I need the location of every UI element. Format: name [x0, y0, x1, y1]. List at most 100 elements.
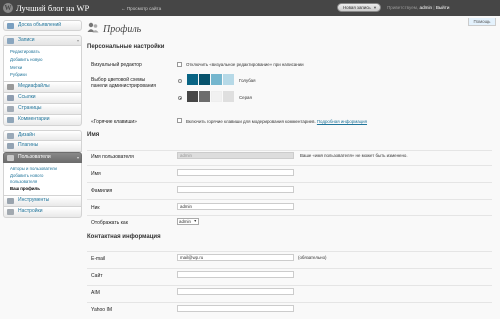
row-divider — [87, 215, 492, 216]
visual-editor-checkbox[interactable] — [177, 62, 182, 67]
new-post-label: Новая запись — [343, 5, 371, 10]
swatch — [211, 74, 222, 85]
admin-sidebar: Доска объявлений Записи ▾ Редактировать … — [3, 20, 82, 218]
menu-label: Дизайн — [18, 132, 35, 139]
users-submenu: Авторы и пользователи Добавить нового по… — [3, 163, 82, 196]
submenu-item-current[interactable]: Ваш профиль — [10, 185, 81, 193]
row-divider — [87, 285, 492, 286]
help-tab[interactable]: Помощь — [468, 18, 496, 26]
menu-links[interactable]: Ссылки — [3, 93, 82, 105]
section-title: Контактная информация — [87, 234, 161, 240]
menu-posts[interactable]: Записи ▾ — [3, 35, 82, 46]
last-name-label: Фамилия — [91, 188, 113, 194]
menu-pages[interactable]: Страницы — [3, 104, 82, 116]
visit-site-link[interactable]: ← Просмотр сайта — [121, 6, 161, 11]
menu-label: Инструменты — [18, 196, 50, 203]
hotkeys-more-link[interactable]: Подробная информация — [317, 119, 367, 124]
menu-settings[interactable]: Настройки — [3, 206, 82, 218]
scheme-blue-radio[interactable] — [178, 79, 182, 83]
row-divider — [87, 165, 492, 166]
swatch — [187, 74, 198, 85]
new-post-button[interactable]: Новая запись ▼ — [337, 3, 381, 12]
tools-icon — [7, 197, 14, 204]
chevron-down-icon[interactable]: ▼ — [373, 4, 377, 11]
hotkeys-hint: Включить горячие клавиши для модерирован… — [186, 119, 367, 124]
greeting-text: Приветствуем, — [387, 5, 419, 10]
username-link[interactable]: admin — [420, 5, 433, 10]
section-title: Персональные настройки — [87, 44, 165, 50]
chevron-down-icon[interactable]: ▾ — [77, 153, 79, 162]
scheme-blue-label: Голубая — [239, 78, 256, 83]
separator: | — [433, 5, 435, 10]
aim-field[interactable] — [177, 288, 294, 295]
visual-editor-label: Визуальный редактор — [91, 62, 142, 68]
row-divider — [87, 199, 492, 200]
user-greeting: Приветствуем, admin | Выйти — [387, 5, 449, 10]
plugins-icon — [7, 143, 14, 150]
menu-users[interactable]: Пользователи ▾ — [3, 152, 82, 164]
swatch — [223, 91, 234, 102]
posts-submenu: Редактировать Добавить новую Метки Рубри… — [3, 46, 82, 83]
dashboard-icon — [7, 23, 14, 29]
hotkeys-hint-text: Включить горячие клавиши для модерирован… — [186, 119, 316, 124]
site-field[interactable] — [177, 271, 294, 278]
display-as-select[interactable]: admin ▼ — [177, 218, 199, 225]
scheme-gray-radio[interactable] — [178, 96, 182, 100]
menu-label: Ссылки — [18, 94, 36, 101]
menu-plugins[interactable]: Плагины — [3, 141, 82, 153]
row-divider — [87, 302, 492, 303]
menu-label: Медиафайлы — [18, 83, 50, 90]
username-field: admin — [177, 152, 294, 159]
aim-label: AIM — [91, 290, 100, 296]
menu-dashboard[interactable]: Доска объявлений — [3, 20, 82, 31]
color-scheme-label-2: панели администрирования — [91, 83, 157, 89]
nickname-label: Ник — [91, 205, 100, 211]
nickname-field[interactable]: admin — [177, 203, 294, 210]
submenu-item[interactable]: Рубрики — [10, 71, 81, 79]
row-divider — [87, 251, 492, 252]
yahoo-label: Yahoo IM — [91, 307, 113, 313]
submenu-item[interactable]: Добавить новую — [10, 56, 81, 64]
pages-icon — [7, 106, 14, 113]
email-required-hint: (обязательно) — [298, 255, 327, 260]
submenu-item[interactable]: Авторы и пользователи — [10, 165, 81, 173]
username-hint: Ваше «имя пользователя» не может быть из… — [300, 153, 408, 158]
menu-label: Комментарии — [18, 116, 50, 123]
first-name-label: Имя — [91, 171, 101, 177]
visual-editor-hint: Отключить «визуальное редактирование» пр… — [186, 62, 304, 67]
page-title: Профиль — [103, 24, 142, 35]
swatch — [199, 91, 210, 102]
email-field[interactable]: mail@wp.ru — [177, 254, 294, 261]
hotkeys-checkbox[interactable] — [177, 118, 182, 123]
yahoo-field[interactable] — [177, 305, 294, 312]
menu-comments[interactable]: Комментарии — [3, 115, 82, 127]
posts-icon — [7, 38, 14, 44]
swatch — [223, 74, 234, 85]
section-title: Имя — [87, 132, 100, 138]
submenu-item[interactable]: Редактировать — [10, 48, 81, 56]
menu-label: Доска объявлений — [18, 22, 62, 28]
submenu-item[interactable]: Метки — [10, 64, 81, 72]
menu-appearance[interactable]: Дизайн — [3, 130, 82, 142]
media-icon — [7, 84, 14, 91]
first-name-field[interactable] — [177, 169, 294, 176]
comments-icon — [7, 117, 14, 124]
menu-label: Записи — [18, 37, 35, 43]
last-name-field[interactable] — [177, 186, 294, 193]
swatch — [187, 91, 198, 102]
profile-icon — [87, 22, 99, 33]
logout-link[interactable]: Выйти — [436, 5, 450, 10]
settings-icon — [7, 208, 14, 215]
links-icon — [7, 95, 14, 102]
menu-media[interactable]: Медиафайлы — [3, 82, 82, 94]
chevron-down-icon[interactable]: ▾ — [77, 36, 79, 45]
appearance-icon — [7, 133, 14, 140]
swatch — [211, 91, 222, 102]
menu-tools[interactable]: Инструменты — [3, 195, 82, 207]
scheme-gray-label: Серая — [239, 95, 252, 100]
site-title[interactable]: Лучший блог на WP — [16, 3, 89, 13]
display-as-label: Отображать как — [91, 220, 128, 226]
row-divider — [87, 182, 492, 183]
admin-header: W Лучший блог на WP ← Просмотр сайта Нов… — [0, 0, 500, 16]
menu-label: Настройки — [18, 207, 43, 214]
